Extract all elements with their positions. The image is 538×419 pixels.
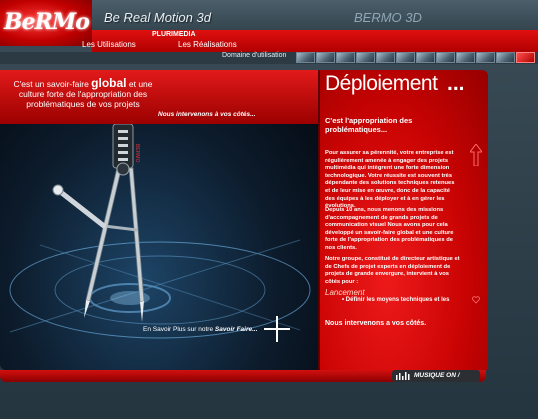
domain-thumbnail[interactable] bbox=[436, 52, 455, 63]
intervenons-statement: Nous intervenons a vos côtés. bbox=[325, 320, 427, 327]
savoir-link-emphasis: Savoir Faire... bbox=[214, 326, 258, 333]
domain-thumbnail[interactable] bbox=[496, 52, 515, 63]
heart-icon[interactable] bbox=[472, 296, 480, 304]
scroll-up-arrow-icon[interactable] bbox=[470, 144, 482, 166]
music-toggle-button[interactable]: MUSIQUE ON / bbox=[392, 370, 480, 382]
content-paragraph-1: Pour assurer sa pérennité, votre entrepr… bbox=[325, 150, 455, 210]
domain-thumbnail[interactable] bbox=[456, 52, 475, 63]
plus-icon[interactable] bbox=[264, 316, 290, 342]
domain-thumbnail[interactable] bbox=[396, 52, 415, 63]
savoir-link-text: En Savoir Plus sur notre bbox=[143, 326, 215, 333]
title-dots: ... bbox=[447, 72, 465, 95]
content-paragraph-2: Depuis 10 ans, nous menons des missions … bbox=[325, 207, 454, 251]
domain-thumbnail[interactable] bbox=[336, 52, 355, 63]
compass-logo-text: BERMO bbox=[134, 144, 140, 162]
domain-thumbnail[interactable] bbox=[356, 52, 375, 63]
menu-item-realisations[interactable]: Les Réalisations bbox=[178, 40, 237, 49]
headline-text: C'est un savoir-faire bbox=[13, 79, 92, 89]
music-toggle-label: MUSIQUE ON / bbox=[414, 372, 460, 379]
headline-emphasis: global bbox=[91, 76, 127, 90]
intervenons-caption: Nous intervenons à vos côtés... bbox=[158, 111, 256, 118]
domain-thumbnail[interactable] bbox=[476, 52, 495, 63]
menu-title: PLURIMEDIA bbox=[152, 31, 196, 38]
lancement-heading: Lancement bbox=[325, 288, 365, 297]
logo-text: BeRMo bbox=[4, 9, 90, 35]
domain-thumbnails bbox=[296, 52, 535, 63]
equalizer-icon bbox=[396, 372, 410, 380]
brand-name: BERMO 3D bbox=[354, 10, 422, 25]
page-title: Déploiement bbox=[325, 72, 438, 95]
tagline: Be Real Motion 3d bbox=[104, 10, 211, 25]
savoir-faire-link[interactable]: En Savoir Plus sur notre Savoir Faire... bbox=[143, 326, 258, 333]
domain-thumbnail[interactable] bbox=[376, 52, 395, 63]
domain-thumbnail-active[interactable] bbox=[516, 52, 535, 63]
headline: C'est un savoir-faire global et une cult… bbox=[8, 76, 158, 109]
domain-thumbnail[interactable] bbox=[416, 52, 435, 63]
content-subheading: C'est l'appropriation des problématiques… bbox=[325, 116, 413, 134]
content-paragraph-3: Notre groupe, constitué de directeur art… bbox=[325, 256, 460, 285]
list-item: • Définir les moyens techniques et les bbox=[342, 297, 450, 303]
list-item-text: Définir les moyens techniques et les bbox=[345, 297, 450, 303]
domain-label: Domaine d'utilisation bbox=[222, 52, 287, 59]
domain-thumbnail[interactable] bbox=[296, 52, 315, 63]
content-panel: Déploiement ... C'est l'appropriation de… bbox=[318, 70, 488, 370]
domain-thumbnail[interactable] bbox=[316, 52, 335, 63]
logo[interactable]: BeRMo bbox=[0, 0, 92, 46]
menu-item-utilisations[interactable]: Les Utilisations bbox=[82, 40, 136, 49]
